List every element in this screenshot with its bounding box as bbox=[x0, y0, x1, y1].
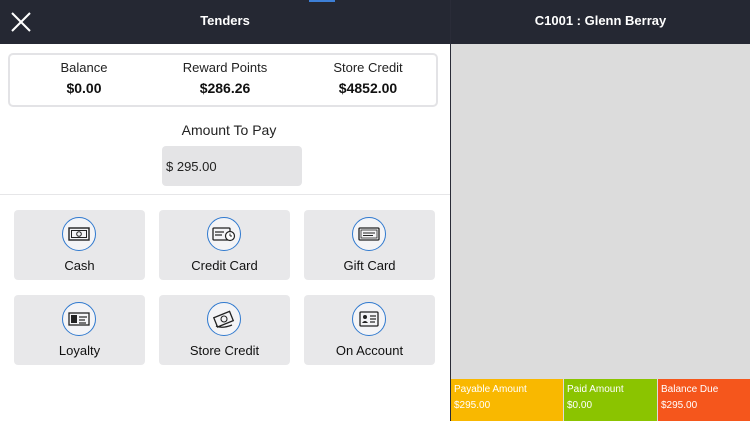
paid-amount-value: $0.00 bbox=[567, 400, 593, 411]
balance-summary: Balance $0.00 bbox=[14, 60, 154, 96]
tender-on-account-label: On Account bbox=[335, 343, 404, 358]
tender-store-credit-button[interactable]: Store Credit bbox=[159, 295, 290, 365]
amount-to-pay-label: Amount To Pay bbox=[181, 122, 277, 138]
tender-loyalty-label: Loyalty bbox=[58, 343, 101, 358]
tender-cash-label: Cash bbox=[64, 258, 95, 273]
payable-amount-label: Payable Amount bbox=[454, 384, 527, 395]
tender-on-account-button[interactable]: On Account bbox=[304, 295, 435, 365]
store-credit-icon bbox=[207, 302, 241, 336]
store-credit-label: Store Credit bbox=[333, 60, 403, 75]
tenders-panel: Tenders Balance $0.00 Reward Points $286… bbox=[0, 0, 450, 421]
loyalty-card-icon bbox=[62, 302, 96, 336]
gift-card-icon bbox=[352, 217, 386, 251]
customer-panel: C1001 : Glenn Berray Payable Amount $295… bbox=[451, 0, 750, 421]
header-accent-marker bbox=[309, 0, 335, 2]
tender-gift-card-label: Gift Card bbox=[343, 258, 396, 273]
page-title: Tenders bbox=[200, 13, 250, 28]
cash-icon bbox=[62, 217, 96, 251]
account-card-icon bbox=[352, 302, 386, 336]
customer-header: C1001 : Glenn Berray bbox=[451, 0, 750, 44]
tender-store-credit-label: Store Credit bbox=[189, 343, 260, 358]
store-credit-summary: Store Credit $4852.00 bbox=[298, 60, 438, 96]
reward-points-value: $286.26 bbox=[199, 80, 251, 96]
store-credit-value: $4852.00 bbox=[338, 80, 398, 96]
tender-cash-button[interactable]: Cash bbox=[14, 210, 145, 280]
payable-amount-value: $295.00 bbox=[454, 400, 491, 411]
reward-points-summary: Reward Points $286.26 bbox=[155, 60, 295, 96]
reward-points-label: Reward Points bbox=[182, 60, 268, 75]
amount-to-pay-input[interactable]: $ 295.00 bbox=[162, 146, 302, 186]
tender-gift-card-button[interactable]: Gift Card bbox=[304, 210, 435, 280]
balance-label: Balance bbox=[60, 60, 108, 75]
tender-loyalty-button[interactable]: Loyalty bbox=[14, 295, 145, 365]
balance-due-label: Balance Due bbox=[661, 384, 719, 395]
customer-title: C1001 : Glenn Berray bbox=[534, 13, 667, 28]
paid-amount-tile: Paid Amount $0.00 bbox=[564, 379, 657, 421]
tender-credit-card-button[interactable]: Credit Card bbox=[159, 210, 290, 280]
section-divider bbox=[0, 194, 450, 195]
tender-credit-card-label: Credit Card bbox=[191, 258, 258, 273]
payable-amount-tile: Payable Amount $295.00 bbox=[451, 379, 563, 421]
balance-value: $0.00 bbox=[66, 80, 102, 96]
account-summary-card: Balance $0.00 Reward Points $286.26 Stor… bbox=[8, 53, 438, 107]
credit-card-icon bbox=[207, 217, 241, 251]
balance-due-tile: Balance Due $295.00 bbox=[658, 379, 750, 421]
tenders-header: Tenders bbox=[0, 0, 450, 44]
balance-due-value: $295.00 bbox=[661, 400, 698, 411]
paid-amount-label: Paid Amount bbox=[567, 384, 624, 395]
